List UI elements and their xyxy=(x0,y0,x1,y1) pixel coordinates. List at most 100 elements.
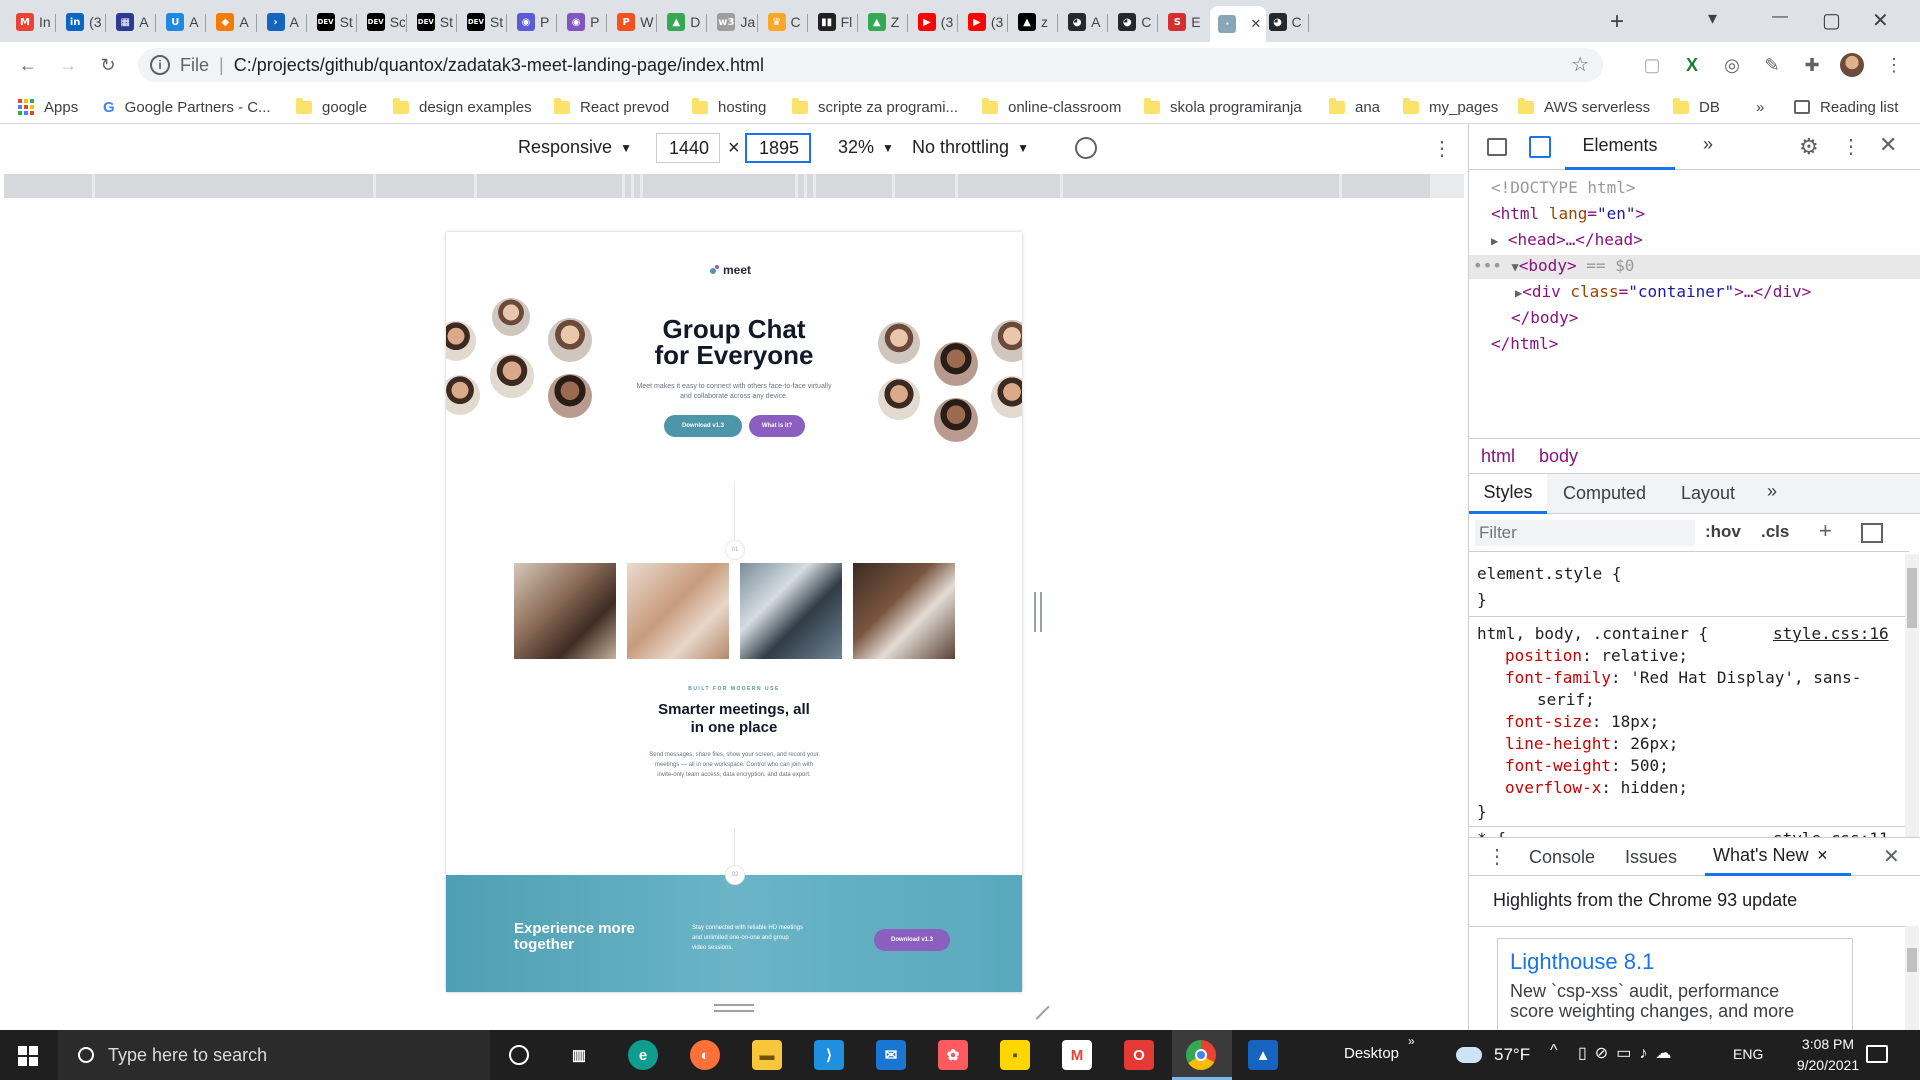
declaration[interactable]: font-family: 'Red Hat Display', sans- xyxy=(1505,668,1861,687)
forward-icon[interactable]: → xyxy=(56,53,80,77)
dom-body[interactable]: ••• ▼<body> == $0 xyxy=(1473,256,1634,275)
browser-tab[interactable]: UA xyxy=(158,8,204,36)
minimize-icon[interactable]: — xyxy=(1772,8,1788,26)
info-icon[interactable]: i xyxy=(150,55,170,75)
bookmark-folder-ana[interactable]: ana xyxy=(1329,96,1380,118)
browser-tab[interactable]: ▶ (3 xyxy=(910,8,956,36)
browser-tab[interactable]: ▮▮ Fl xyxy=(810,8,856,36)
declaration[interactable]: font-size: 18px; xyxy=(1505,712,1659,731)
bookmark-folder-google[interactable]: google xyxy=(296,96,367,118)
ruler-segment[interactable] xyxy=(625,174,631,198)
drawer-scrollbar[interactable] xyxy=(1905,926,1919,1031)
device-toolbar-menu-icon[interactable]: ⋮ xyxy=(1432,136,1452,161)
maximize-icon[interactable]: ▢ xyxy=(1822,8,1841,33)
cls-toggle[interactable]: .cls xyxy=(1761,522,1789,542)
rule-selector[interactable]: html, body, .container { xyxy=(1477,624,1708,643)
tab-search-icon[interactable]: ▾ xyxy=(1708,8,1717,29)
url-text[interactable]: C:/projects/github/quantox/zadatak3-meet… xyxy=(234,55,764,76)
close-devtools-icon[interactable]: ✕ xyxy=(1879,132,1897,158)
hero-what-is-it-button[interactable]: What is it? xyxy=(749,415,805,437)
cta-download-button[interactable]: Download v1.3 xyxy=(874,929,950,951)
bookmark-folder-aws[interactable]: AWS serverless xyxy=(1518,96,1650,118)
height-input[interactable]: 1895 xyxy=(745,133,811,163)
rotate-icon[interactable] xyxy=(1070,132,1102,164)
rule-source-link[interactable]: style.css:16 xyxy=(1773,624,1889,643)
declaration[interactable]: position: relative; xyxy=(1505,646,1688,665)
scrollbar-thumb[interactable] xyxy=(1907,568,1917,628)
browser-tab[interactable]: DEV St xyxy=(309,8,355,36)
browser-tab[interactable]: ▲ Z xyxy=(860,8,906,36)
language-indicator[interactable]: ENG xyxy=(1733,1046,1763,1062)
browser-tab[interactable]: › A xyxy=(259,8,305,36)
new-rule-plus-icon[interactable]: + xyxy=(1819,518,1832,544)
expand-triangle-icon[interactable]: ▶ xyxy=(1491,234,1498,248)
zoom-select[interactable]: 32% ▼ xyxy=(838,137,894,158)
back-icon[interactable]: ← xyxy=(16,53,40,77)
browser-tab[interactable]: ◉ P xyxy=(559,8,605,36)
device-toggle-icon[interactable] xyxy=(1529,136,1551,158)
bookmark-folder-react-prevod[interactable]: React prevod xyxy=(554,96,669,118)
breadcrumb-body[interactable]: body xyxy=(1539,446,1578,467)
throttling-select[interactable]: No throttling ▼ xyxy=(912,137,1029,158)
ruler-segment[interactable] xyxy=(895,174,955,198)
edge-icon[interactable]: e xyxy=(628,1040,658,1070)
firefox-icon[interactable]: ◐ xyxy=(690,1040,720,1070)
bookmark-folder-scripte[interactable]: scripte za programi... xyxy=(792,96,958,118)
tab-elements[interactable]: Elements xyxy=(1565,124,1675,170)
collapse-triangle-icon[interactable]: ▼ xyxy=(1512,260,1519,274)
width-input[interactable]: 1440 xyxy=(656,133,720,163)
close-tab-icon[interactable]: ✕ xyxy=(1816,847,1828,864)
device-mode-select[interactable]: Responsive ▼ xyxy=(518,137,632,158)
weather-cloud-icon[interactable] xyxy=(1456,1047,1482,1063)
browser-tab[interactable]: ◕ C xyxy=(1261,8,1307,36)
bookmark-apps[interactable]: Apps xyxy=(18,96,78,118)
tab-styles[interactable]: Styles xyxy=(1469,474,1547,514)
tab-issues[interactable]: Issues xyxy=(1625,847,1677,868)
devtools-more-tabs[interactable]: » xyxy=(1703,134,1713,155)
browser-tab[interactable]: ◕ C xyxy=(1110,8,1156,36)
browser-tab[interactable]: in (3 xyxy=(58,8,104,36)
scrollbar-thumb[interactable] xyxy=(1907,948,1917,972)
bookmark-google-partners[interactable]: G Google Partners - C... xyxy=(103,96,271,118)
bookmark-folder-online-classroom[interactable]: online-classroom xyxy=(982,96,1121,118)
eyedropper-icon[interactable]: ✎ xyxy=(1760,53,1784,77)
ruler-segment[interactable] xyxy=(816,174,892,198)
hero-download-button[interactable]: Download v1.3 xyxy=(664,415,742,437)
resize-handle-right[interactable] xyxy=(1034,592,1042,632)
whats-new-card[interactable]: Lighthouse 8.1 New `csp-xss` audit, perf… xyxy=(1497,938,1853,1031)
dom-body-close[interactable]: </body> xyxy=(1511,308,1578,327)
puzzle-icon[interactable]: ✚ xyxy=(1800,53,1824,77)
tab-layout[interactable]: Layout xyxy=(1681,483,1735,504)
browser-tab[interactable]: · ✕ xyxy=(1210,6,1267,42)
windows-start-icon[interactable] xyxy=(18,1046,38,1066)
file-explorer-icon[interactable]: ▬ xyxy=(752,1040,782,1070)
browser-tab[interactable]: DEV Sc xyxy=(359,8,405,36)
browser-tab[interactable]: DEV St xyxy=(459,8,505,36)
close-drawer-icon[interactable]: ✕ xyxy=(1883,844,1900,869)
ruler-segment[interactable] xyxy=(643,174,795,198)
browser-tab[interactable]: ♛ C xyxy=(760,8,806,36)
office-icon[interactable]: O xyxy=(1124,1040,1154,1070)
next-rule-selector[interactable]: * { xyxy=(1477,829,1506,837)
clock[interactable]: 3:08 PM 9/20/2021 xyxy=(1780,1034,1876,1076)
tab-computed[interactable]: Computed xyxy=(1563,483,1646,504)
drawer-menu-icon[interactable]: ⋮ xyxy=(1487,844,1507,869)
browser-tab[interactable]: ◆ A xyxy=(208,8,254,36)
inspect-element-icon[interactable] xyxy=(1487,138,1507,156)
ruler-segment[interactable] xyxy=(477,174,622,198)
tab-console[interactable]: Console xyxy=(1529,847,1595,868)
task-view-icon[interactable]: ▥ xyxy=(564,1040,594,1070)
dom-html-close[interactable]: </html> xyxy=(1491,334,1558,353)
notification-icon[interactable] xyxy=(1866,1045,1888,1063)
card-title[interactable]: Lighthouse 8.1 xyxy=(1510,949,1654,975)
ruler-segment[interactable] xyxy=(958,174,1060,198)
browser-tab[interactable]: w3 Ja xyxy=(709,8,755,36)
address-bar[interactable]: i File | C:/projects/github/quantox/zada… xyxy=(138,48,1603,82)
browser-tab[interactable]: PW xyxy=(609,8,655,36)
photos-icon[interactable]: ▲ xyxy=(1248,1040,1278,1070)
sticky-notes-icon[interactable]: ▪ xyxy=(1000,1040,1030,1070)
declaration[interactable]: font-weight: 500; xyxy=(1505,756,1669,775)
toggle-sidebar-icon[interactable] xyxy=(1861,523,1883,543)
profile-avatar[interactable] xyxy=(1840,53,1864,77)
browser-tab[interactable]: ▲ z xyxy=(1010,8,1056,36)
